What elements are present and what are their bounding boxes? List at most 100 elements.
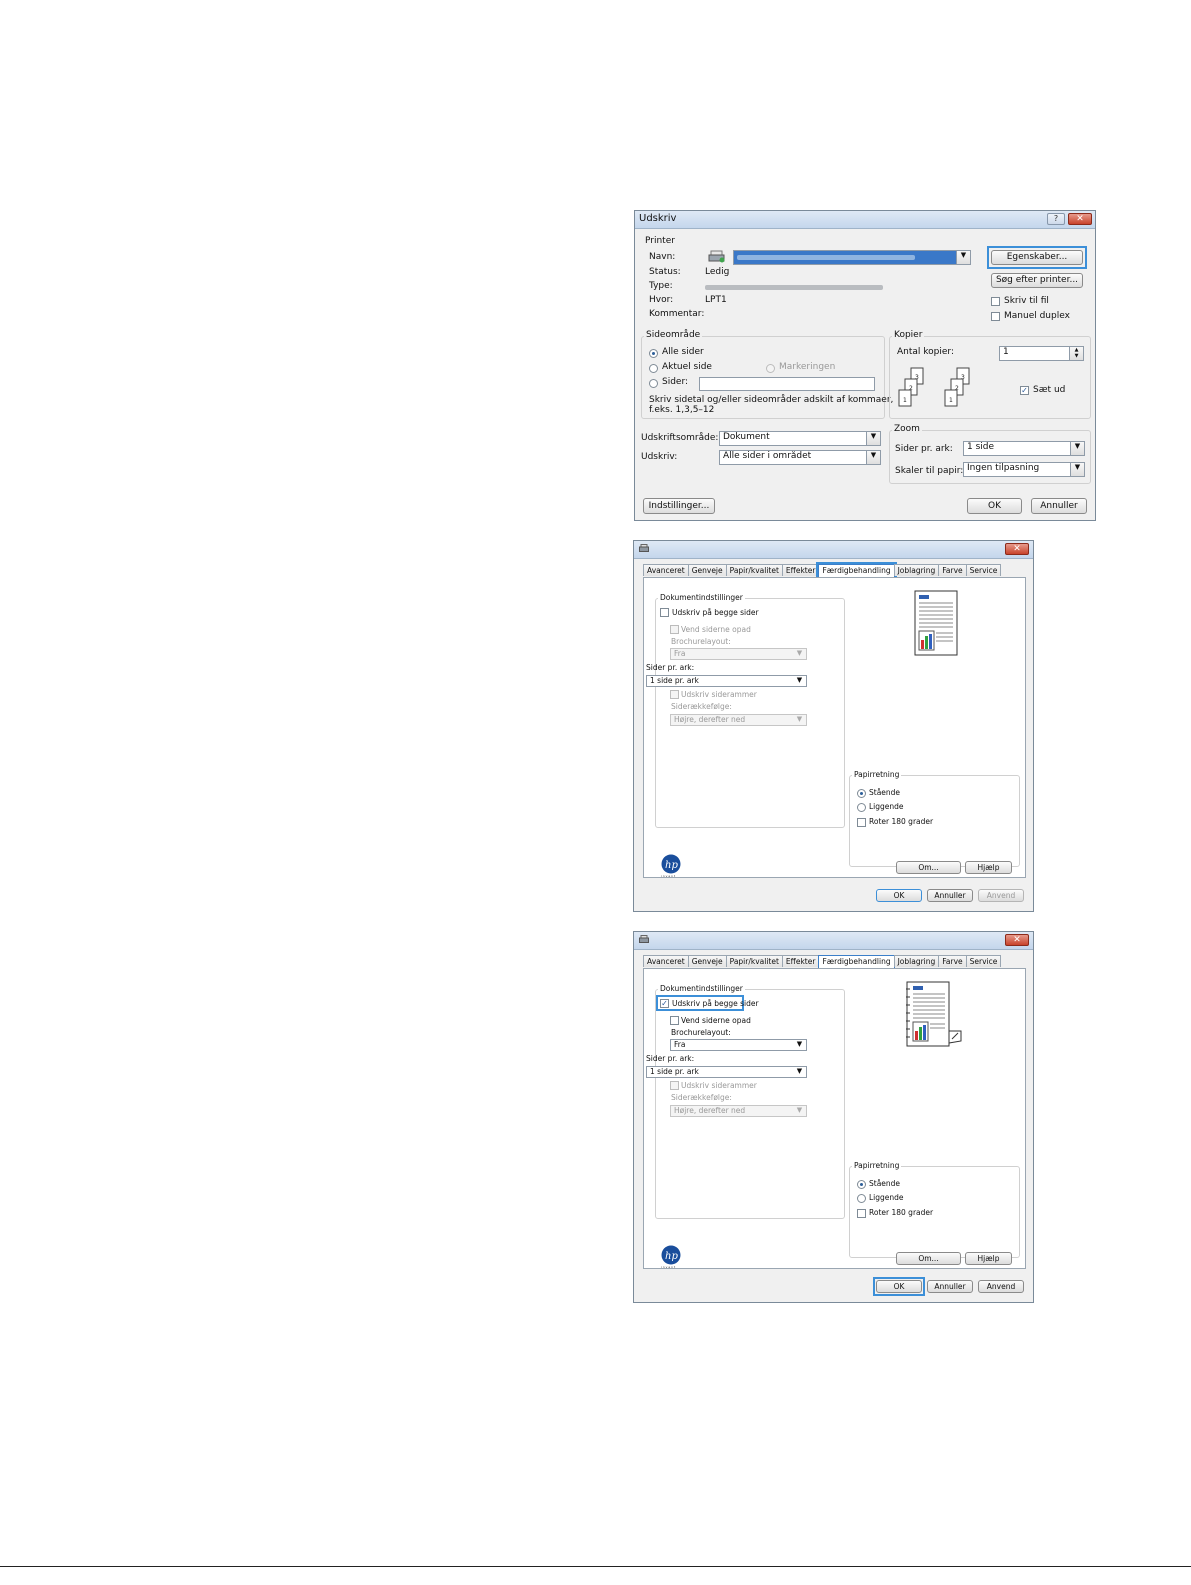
cancel-button[interactable]: Annuller [927, 1280, 973, 1293]
about-button[interactable]: Om... [896, 1252, 961, 1265]
num-copies-value: 1 [1003, 347, 1009, 357]
find-printer-button[interactable]: Søg efter printer... [991, 273, 1083, 288]
pages-input[interactable] [699, 377, 875, 391]
portrait-radio[interactable] [857, 1180, 866, 1189]
status-value: Ledig [705, 267, 730, 277]
pps-select[interactable]: 1 side pr. ark ▼ [646, 675, 807, 687]
apply-button[interactable]: Anvend [978, 1280, 1024, 1293]
borders-checkbox[interactable] [670, 1081, 679, 1090]
tab-advanced[interactable]: Avanceret [643, 955, 689, 967]
print-value: Alle sider i området [723, 451, 812, 461]
tab-finishing[interactable]: Færdigbehandling [816, 562, 897, 579]
print-to-file-checkbox[interactable] [991, 297, 1000, 306]
order-select[interactable]: Højre, derefter ned ▼ [670, 1105, 807, 1117]
spinner-icon[interactable]: ▲ ▼ [1069, 347, 1083, 360]
selection-radio[interactable] [766, 364, 775, 373]
print-select[interactable]: Alle sider i området ▼ [719, 450, 881, 465]
landscape-radio[interactable] [857, 803, 866, 812]
tab-effects[interactable]: Effekter [781, 955, 820, 967]
chevron-down-icon[interactable]: ▼ [793, 676, 806, 686]
chevron-down-icon[interactable]: ▼ [793, 715, 806, 725]
num-copies-input[interactable]: 1 ▲ ▼ [999, 346, 1084, 361]
print-dialog: Udskriv ? ✕ Printer Navn: ▼ Status: Ledi… [634, 210, 1096, 521]
collate-checkbox[interactable]: ✓ [1020, 386, 1029, 395]
flip-pages-checkbox[interactable] [670, 625, 679, 634]
tab-job-storage[interactable]: Joblagring [893, 564, 940, 576]
ok-button[interactable]: OK [967, 498, 1022, 514]
booklet-select[interactable]: Fra ▼ [670, 1039, 807, 1051]
chevron-down-icon[interactable]: ▼ [793, 649, 806, 659]
footer-rule [0, 1566, 1191, 1567]
tab-color[interactable]: Farve [938, 955, 967, 967]
scale-select[interactable]: Ingen tilpasning ▼ [963, 462, 1085, 477]
printer-group-label: Printer [645, 236, 675, 246]
comment-label: Kommentar: [649, 309, 705, 319]
tab-services[interactable]: Service [965, 564, 1002, 576]
chevron-down-icon[interactable]: ▼ [1070, 463, 1084, 476]
landscape-label: Liggende [869, 802, 904, 811]
ok-button[interactable]: OK [876, 889, 922, 902]
order-value: Højre, derefter ned [674, 715, 746, 724]
properties-button[interactable]: Egenskaber... [991, 250, 1083, 265]
ok-button[interactable]: OK [876, 1280, 922, 1293]
all-pages-label: Alle sider [662, 347, 704, 357]
close-icon[interactable]: ✕ [1068, 213, 1092, 225]
pps-select[interactable]: 1 side pr. ark ▼ [646, 1066, 807, 1078]
about-button[interactable]: Om... [896, 861, 961, 874]
hp-logo-icon: hp i n v e n t [656, 854, 686, 878]
duplex-checkbox[interactable] [660, 608, 669, 617]
tab-finishing[interactable]: Færdigbehandling [818, 955, 895, 968]
chevron-down-icon[interactable]: ▼ [866, 451, 880, 464]
flip-pages-checkbox[interactable] [670, 1016, 679, 1025]
portrait-radio[interactable] [857, 789, 866, 798]
chevron-down-icon[interactable]: ▼ [1070, 442, 1084, 455]
cancel-button[interactable]: Annuller [1031, 498, 1087, 514]
pages-radio[interactable] [649, 379, 658, 388]
help-button[interactable]: Hjælp [965, 1252, 1012, 1265]
svg-text:3: 3 [961, 374, 965, 381]
close-icon[interactable]: ✕ [1005, 543, 1029, 555]
rotate-checkbox[interactable] [857, 818, 866, 827]
booklet-select[interactable]: Fra ▼ [670, 648, 807, 660]
chevron-down-icon[interactable]: ▼ [793, 1106, 806, 1116]
tab-paper-quality[interactable]: Papir/kvalitet [725, 955, 783, 967]
chevron-down-icon[interactable]: ▼ [793, 1040, 806, 1050]
printer-icon [639, 935, 649, 944]
printer-name-select[interactable]: ▼ [733, 250, 971, 265]
print-what-select[interactable]: Dokument ▼ [719, 431, 881, 446]
rotate-label: Roter 180 grader [869, 1208, 934, 1217]
close-icon[interactable]: ✕ [1005, 934, 1029, 946]
properties-dialog-2: ✕ Avanceret Genveje Papir/kvalitet Effekter… [633, 931, 1034, 1303]
order-select[interactable]: Højre, derefter ned ▼ [670, 714, 807, 726]
pages-label: Sider: [662, 377, 689, 387]
rotate-checkbox[interactable] [857, 1209, 866, 1218]
current-page-radio[interactable] [649, 364, 658, 373]
duplex-checkbox[interactable]: ✓ [660, 999, 669, 1008]
borders-checkbox[interactable] [670, 690, 679, 699]
tab-color[interactable]: Farve [938, 564, 967, 576]
help-button[interactable]: Hjælp [965, 861, 1012, 874]
print-what-value: Dokument [723, 432, 770, 442]
tab-shortcuts[interactable]: Genveje [687, 955, 727, 967]
tab-job-storage[interactable]: Joblagring [893, 955, 940, 967]
options-button[interactable]: Indstillinger... [643, 498, 715, 514]
chevron-down-icon[interactable]: ▼ [866, 432, 880, 445]
apply-button[interactable]: Anvend [978, 889, 1024, 902]
tab-advanced[interactable]: Avanceret [643, 564, 689, 576]
num-copies-label: Antal kopier: [897, 347, 954, 357]
manual-duplex-checkbox[interactable] [991, 312, 1000, 321]
pages-per-sheet-select[interactable]: 1 side ▼ [963, 441, 1085, 456]
landscape-radio[interactable] [857, 1194, 866, 1203]
name-label: Navn: [649, 252, 676, 262]
tab-services[interactable]: Service [965, 955, 1002, 967]
where-value: LPT1 [705, 295, 727, 305]
chevron-down-icon[interactable]: ▼ [793, 1067, 806, 1077]
help-icon[interactable]: ? [1047, 213, 1065, 225]
tab-shortcuts[interactable]: Genveje [687, 564, 727, 576]
tab-paper-quality[interactable]: Papir/kvalitet [725, 564, 783, 576]
flip-pages-label: Vend siderne opad [681, 625, 751, 634]
chevron-down-icon[interactable]: ▼ [956, 251, 970, 264]
tab-effects[interactable]: Effekter [781, 564, 820, 576]
cancel-button[interactable]: Annuller [927, 889, 973, 902]
all-pages-radio[interactable] [649, 349, 658, 358]
